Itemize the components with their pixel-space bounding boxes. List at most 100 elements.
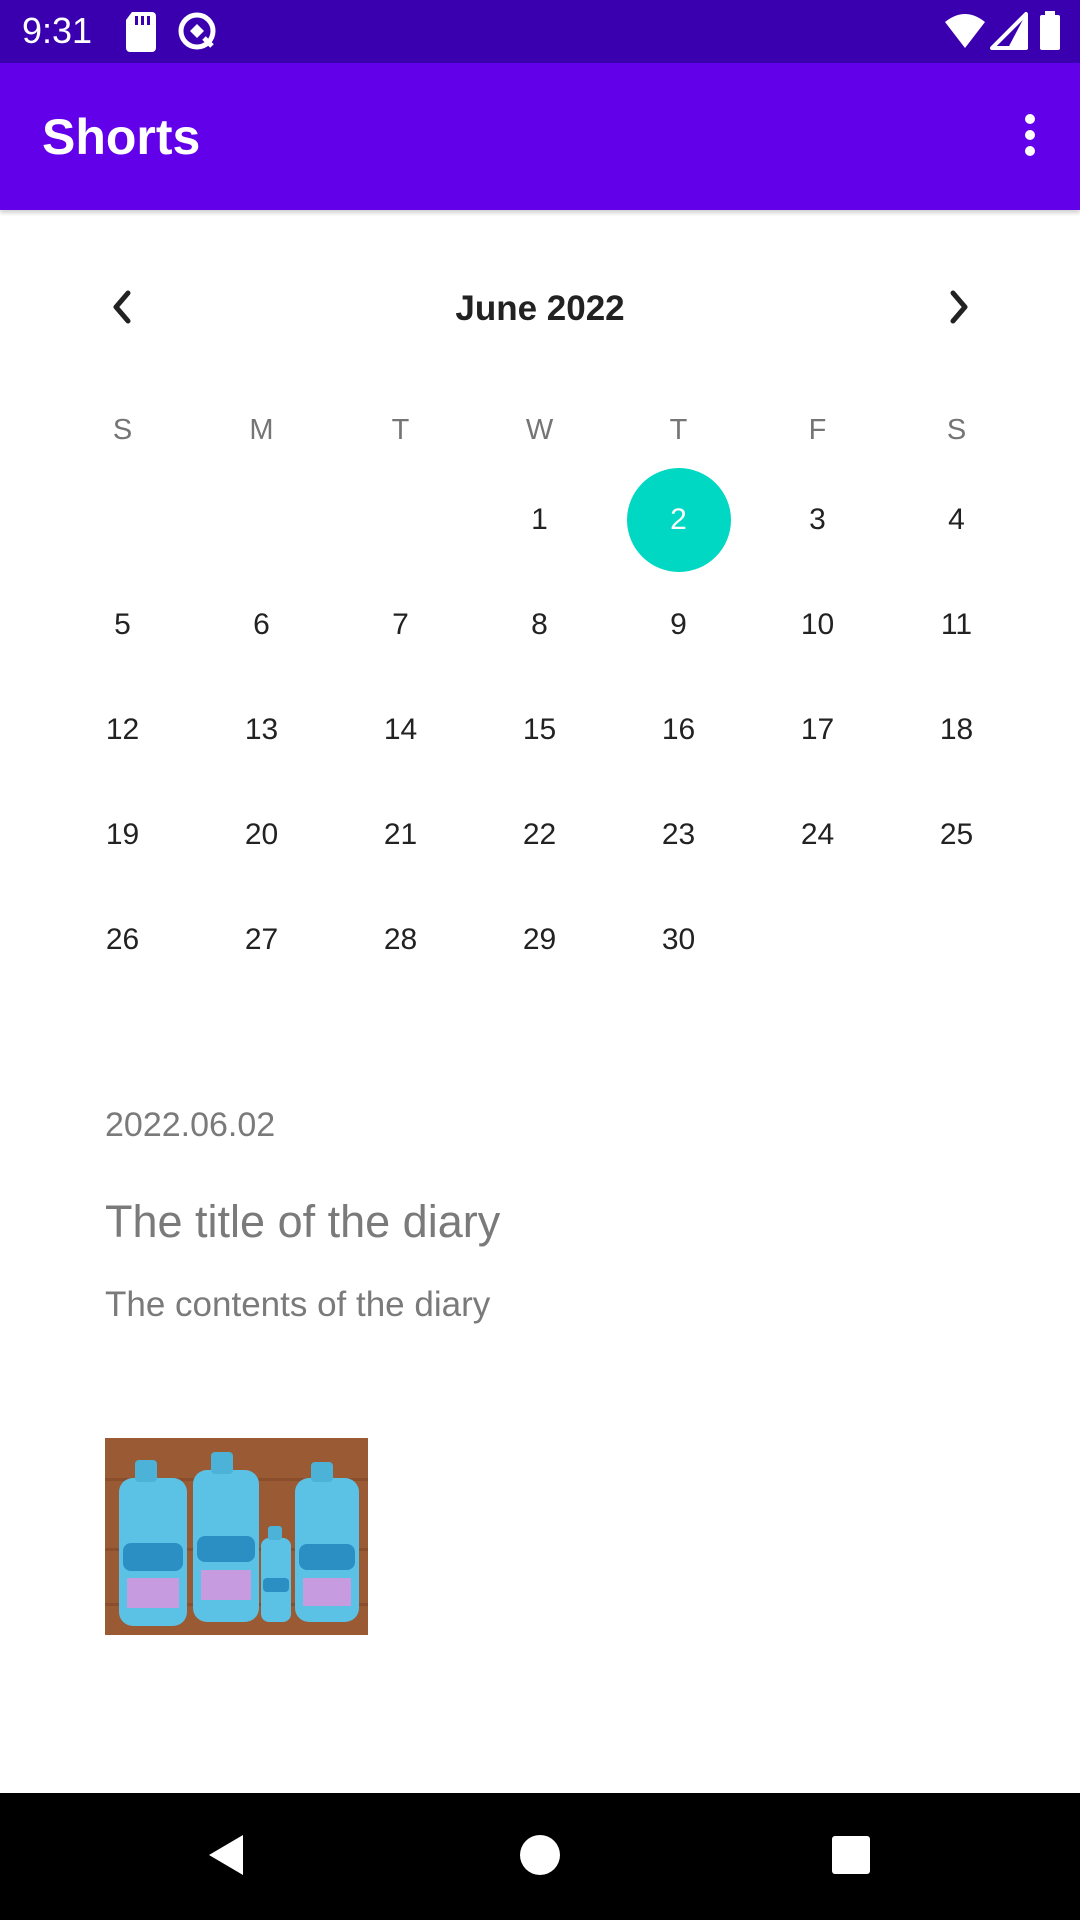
status-time: 9:31 — [22, 10, 93, 51]
calendar-day[interactable]: 17 — [748, 677, 887, 782]
calendar-day-empty — [53, 467, 192, 572]
calendar-day[interactable]: 7 — [331, 572, 470, 677]
app-title: Shorts — [42, 109, 201, 165]
calendar-day[interactable]: 14 — [331, 677, 470, 782]
recents-icon — [830, 1834, 872, 1881]
calendar-day[interactable]: 13 — [192, 677, 331, 782]
calendar-week: 19 20 21 22 23 24 25 — [53, 782, 1026, 887]
back-button[interactable] — [186, 1817, 266, 1897]
calendar-day[interactable]: 29 — [470, 887, 609, 992]
calendar-day[interactable]: 20 — [192, 782, 331, 887]
app-bar: Shorts — [0, 63, 1080, 210]
day-number: 22 — [522, 817, 557, 851]
day-number: 30 — [661, 922, 696, 956]
calendar-week: 1 2 3 4 — [53, 467, 1026, 572]
diary-contents: The contents of the diary — [105, 1285, 491, 1324]
home-button[interactable] — [500, 1817, 580, 1897]
calendar-day[interactable]: 21 — [331, 782, 470, 887]
signal-icon — [990, 10, 1030, 52]
calendar-week: 12 13 14 15 16 17 18 — [53, 677, 1026, 782]
day-number: 6 — [253, 607, 270, 641]
day-number: 29 — [522, 922, 557, 956]
calendar-day[interactable]: 3 — [748, 467, 887, 572]
day-number: 23 — [661, 817, 696, 851]
day-number: 27 — [244, 922, 279, 956]
calendar-day[interactable]: 5 — [53, 572, 192, 677]
recents-button[interactable] — [811, 1817, 891, 1897]
calendar-day[interactable]: 10 — [748, 572, 887, 677]
day-number: 24 — [800, 817, 835, 851]
calendar-day[interactable]: 9 — [609, 572, 748, 677]
calendar-day[interactable]: 23 — [609, 782, 748, 887]
day-number: 4 — [948, 502, 965, 536]
more-vert-icon — [1024, 113, 1036, 162]
weekday-label: T — [391, 414, 410, 446]
month-title: June 2022 — [455, 289, 625, 328]
calendar-day[interactable]: 19 — [53, 782, 192, 887]
diary-title: The title of the diary — [105, 1196, 501, 1247]
day-number: 15 — [522, 712, 557, 746]
weekday-label: S — [946, 414, 967, 446]
day-number: 14 — [383, 712, 418, 746]
calendar-day[interactable]: 26 — [53, 887, 192, 992]
day-number: 7 — [392, 607, 409, 641]
day-number: 8 — [531, 607, 548, 641]
calendar-day[interactable]: 1 — [470, 467, 609, 572]
weekday-label: S — [112, 414, 133, 446]
day-number: 10 — [800, 607, 835, 641]
calendar-day[interactable]: 16 — [609, 677, 748, 782]
calendar-day[interactable]: 8 — [470, 572, 609, 677]
calendar-header: June 2022 — [0, 270, 1080, 348]
chevron-left-icon — [108, 289, 136, 330]
calendar-day-empty — [331, 467, 470, 572]
day-number: 1 — [531, 502, 548, 536]
weekday-label: T — [669, 414, 688, 446]
day-number: 17 — [800, 712, 835, 746]
calendar-day[interactable]: 24 — [748, 782, 887, 887]
day-number: 25 — [939, 817, 974, 851]
day-number: 18 — [939, 712, 974, 746]
day-number: 12 — [105, 712, 140, 746]
day-number: 20 — [244, 817, 279, 851]
chevron-right-icon — [945, 289, 973, 330]
day-number: 21 — [383, 817, 418, 851]
calendar-day[interactable]: 4 — [887, 467, 1026, 572]
day-number: 5 — [114, 607, 131, 641]
diary-photo[interactable] — [105, 1438, 368, 1635]
weekday-label: W — [525, 414, 554, 446]
day-number: 11 — [940, 607, 973, 641]
more-options-button[interactable] — [980, 87, 1080, 187]
calendar-day[interactable]: 30 — [609, 887, 748, 992]
calendar-day[interactable]: 22 — [470, 782, 609, 887]
day-number: 9 — [670, 607, 687, 641]
day-number: 13 — [244, 712, 279, 746]
wifi-icon — [943, 10, 987, 52]
calendar-day[interactable]: 27 — [192, 887, 331, 992]
status-bar: 9:31 — [0, 0, 1080, 63]
calendar-day[interactable]: 25 — [887, 782, 1026, 887]
previous-month-button[interactable] — [83, 270, 161, 348]
weekday-label: M — [249, 414, 274, 446]
calendar-day-empty — [748, 887, 887, 992]
calendar-day[interactable]: 18 — [887, 677, 1026, 782]
calendar-day-empty — [887, 887, 1026, 992]
calendar-day[interactable]: 6 — [192, 572, 331, 677]
calendar-day[interactable]: 11 — [887, 572, 1026, 677]
battery-icon — [1038, 10, 1062, 52]
day-number: 3 — [809, 502, 826, 536]
weekday-header: S M T W T F S — [53, 400, 1026, 460]
calendar-day[interactable]: 15 — [470, 677, 609, 782]
sync-icon — [176, 10, 218, 52]
calendar-day[interactable]: 12 — [53, 677, 192, 782]
calendar-week: 26 27 28 29 30 — [53, 887, 1026, 992]
weekday-label: F — [808, 414, 827, 446]
sd-card-icon — [124, 10, 166, 52]
day-number: 26 — [105, 922, 140, 956]
calendar-day-selected[interactable]: 2 — [609, 467, 748, 572]
calendar-day[interactable]: 28 — [331, 887, 470, 992]
system-nav-bar — [0, 1793, 1080, 1920]
next-month-button[interactable] — [920, 270, 998, 348]
back-icon — [201, 1830, 251, 1885]
day-number: 2 — [626, 467, 731, 572]
diary-date: 2022.06.02 — [105, 1106, 276, 1144]
